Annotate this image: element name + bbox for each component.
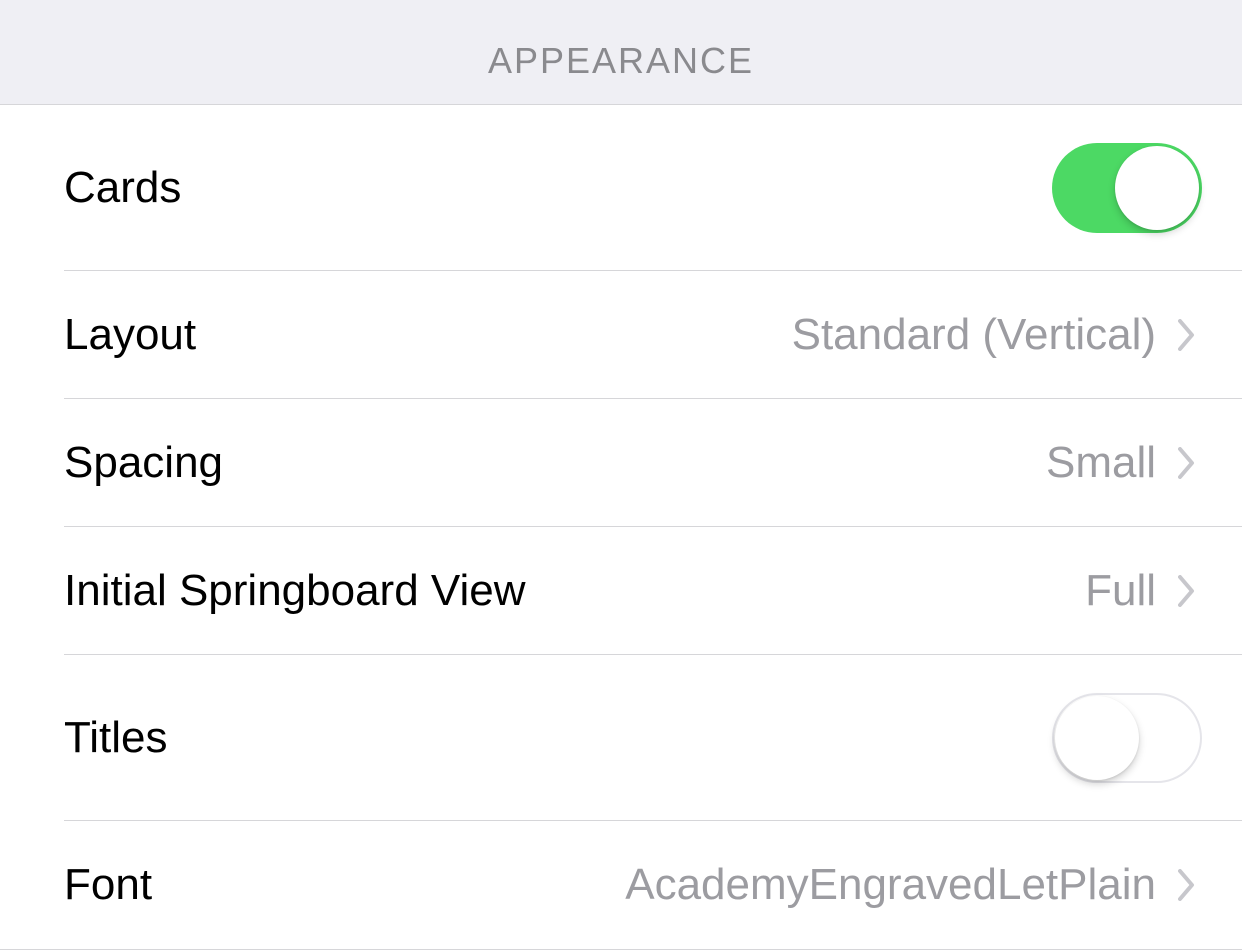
row-titles-label: Titles	[64, 713, 168, 763]
row-spacing-label: Spacing	[64, 438, 223, 488]
row-layout-right: Standard (Vertical)	[792, 310, 1202, 360]
toggle-cards[interactable]	[1052, 143, 1202, 233]
row-font[interactable]: Font AcademyEngravedLetPlain	[0, 821, 1242, 949]
toggle-knob	[1055, 696, 1139, 780]
row-spacing-value: Small	[1046, 438, 1156, 488]
chevron-right-icon	[1172, 441, 1202, 485]
row-spacing[interactable]: Spacing Small	[0, 399, 1242, 527]
section-header-appearance: APPEARANCE	[0, 0, 1242, 104]
row-layout[interactable]: Layout Standard (Vertical)	[0, 271, 1242, 399]
toggle-titles[interactable]	[1052, 693, 1202, 783]
row-titles-right	[1052, 693, 1202, 783]
row-font-right: AcademyEngravedLetPlain	[625, 860, 1202, 910]
row-layout-value: Standard (Vertical)	[792, 310, 1156, 360]
row-font-label: Font	[64, 860, 152, 910]
row-cards[interactable]: Cards	[0, 105, 1242, 271]
row-font-value: AcademyEngravedLetPlain	[625, 860, 1156, 910]
chevron-right-icon	[1172, 569, 1202, 613]
row-initial-springboard-view[interactable]: Initial Springboard View Full	[0, 527, 1242, 655]
row-cards-label: Cards	[64, 163, 181, 213]
row-cards-right	[1052, 143, 1202, 233]
chevron-right-icon	[1172, 313, 1202, 357]
chevron-right-icon	[1172, 863, 1202, 907]
row-layout-label: Layout	[64, 310, 196, 360]
row-spacing-right: Small	[1046, 438, 1202, 488]
row-initial-springboard-view-label: Initial Springboard View	[64, 566, 525, 616]
row-initial-springboard-view-right: Full	[1085, 566, 1202, 616]
row-titles[interactable]: Titles	[0, 655, 1242, 821]
toggle-knob	[1115, 146, 1199, 230]
row-initial-springboard-view-value: Full	[1085, 566, 1156, 616]
settings-group-appearance: Cards Layout Standard (Vertical) Spacing…	[0, 104, 1242, 950]
